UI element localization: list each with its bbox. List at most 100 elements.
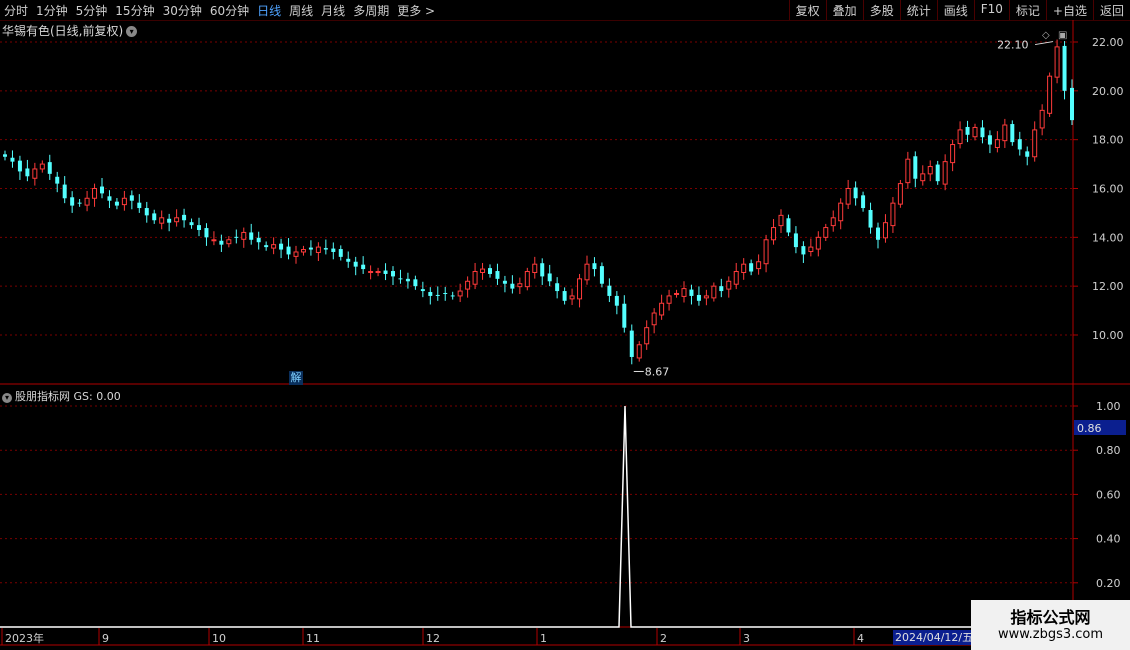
candle-body: [987, 135, 992, 145]
indicator-tick-label: 0.20: [1096, 577, 1121, 590]
candle-body: [167, 218, 172, 223]
candle-body: [651, 312, 657, 326]
candle-body: [845, 188, 851, 205]
price-chart[interactable]: 22.00 20.00 18.00 16.00 14.00 12.00 10.00 1.00 0…: [0, 0, 1130, 650]
candle-body: [234, 236, 239, 238]
candle-body: [741, 263, 747, 273]
candle-body: [733, 271, 739, 285]
candle-body: [876, 227, 880, 240]
candle-body: [405, 278, 410, 282]
candle-body: [472, 271, 478, 285]
candle-body: [346, 258, 351, 262]
candle-body: [614, 295, 619, 306]
candle-body: [584, 263, 590, 281]
candle-body: [913, 156, 918, 179]
candle-body: [562, 291, 567, 301]
candle-body: [994, 139, 1000, 148]
candle-body: [144, 208, 149, 216]
price-tick-label: 20.00: [1092, 85, 1124, 98]
candle-body: [219, 240, 224, 245]
candle-body: [70, 197, 75, 206]
x-tick-label: 12: [426, 632, 440, 645]
jie-badge[interactable]: 解: [289, 371, 303, 385]
indicator-series-line: [0, 405, 1073, 628]
candle-body: [428, 292, 433, 296]
candle-body: [55, 176, 60, 184]
candle-body: [592, 263, 597, 270]
candle-body: [830, 217, 836, 227]
candle-body: [256, 237, 261, 243]
candle-body: [726, 280, 732, 290]
candle-body: [786, 218, 791, 233]
candle-body: [905, 158, 911, 184]
candle-body: [338, 249, 343, 257]
candle-body: [599, 266, 604, 284]
candle-body: [315, 246, 321, 253]
candle-body: [114, 201, 119, 206]
candle-body: [681, 288, 687, 297]
candle-body: [569, 295, 575, 300]
price-tick-label: 16.00: [1092, 183, 1124, 196]
candle-body: [577, 278, 583, 300]
candle-body: [629, 330, 634, 357]
candle-body: [249, 232, 254, 240]
candle-body: [920, 173, 926, 182]
candle-body: [1047, 75, 1053, 114]
high-arrow: [1034, 41, 1054, 46]
candle-body: [815, 236, 821, 250]
candle-body: [749, 263, 754, 272]
candle-body: [763, 239, 769, 265]
candle-body: [189, 222, 194, 226]
candle-body: [689, 289, 694, 296]
candle-body: [323, 248, 328, 250]
candle-body: [271, 244, 277, 249]
candle-body: [778, 214, 784, 227]
x-tick-label: 10: [212, 632, 226, 645]
candle-body: [1039, 109, 1045, 129]
candle-body: [801, 246, 806, 255]
candle-body: [674, 292, 680, 295]
candle-body: [420, 289, 425, 292]
candle-body: [25, 168, 30, 177]
candle-body: [361, 264, 366, 270]
candle-body: [861, 195, 866, 209]
indicator-tick-label: 0.80: [1096, 444, 1121, 457]
candle-body: [443, 293, 448, 295]
candle-body: [517, 283, 523, 288]
candle-body: [182, 214, 187, 221]
candle-body: [398, 278, 403, 280]
candle-body: [457, 290, 463, 297]
indicator-title: 股朋指标网 GS: 0.00: [15, 390, 121, 403]
candle-body: [935, 164, 940, 182]
candle-body: [480, 268, 486, 273]
candle-body: [368, 271, 374, 274]
candle-body: [107, 196, 112, 201]
candle-body: [92, 188, 98, 199]
candle-body: [353, 261, 358, 267]
candle-body: [897, 183, 903, 205]
x-tick-label: 9: [102, 632, 109, 645]
candle-body: [174, 217, 180, 223]
candle-body: [555, 283, 560, 292]
candle-body: [756, 261, 762, 270]
price-tick-label: 12.00: [1092, 280, 1124, 293]
candle-body: [808, 246, 814, 252]
candle-body: [137, 202, 142, 209]
chevron-down-icon[interactable]: ▾: [2, 393, 12, 403]
candle-body: [957, 129, 963, 145]
price-tick-label: 14.00: [1092, 231, 1124, 244]
candle-body: [950, 144, 956, 164]
low-label: 8.67: [645, 365, 670, 378]
candle-body: [413, 279, 418, 287]
candle-body: [286, 246, 291, 255]
candle-body: [159, 217, 165, 224]
candle-body: [62, 184, 67, 199]
candle-body: [890, 202, 896, 227]
candle-body: [838, 202, 844, 222]
candle-body: [241, 231, 247, 240]
candle-body: [532, 263, 538, 273]
candle-body: [495, 271, 500, 279]
candle-body: [152, 213, 157, 221]
candle-body: [868, 209, 873, 228]
x-tick-label: 11: [306, 632, 320, 645]
